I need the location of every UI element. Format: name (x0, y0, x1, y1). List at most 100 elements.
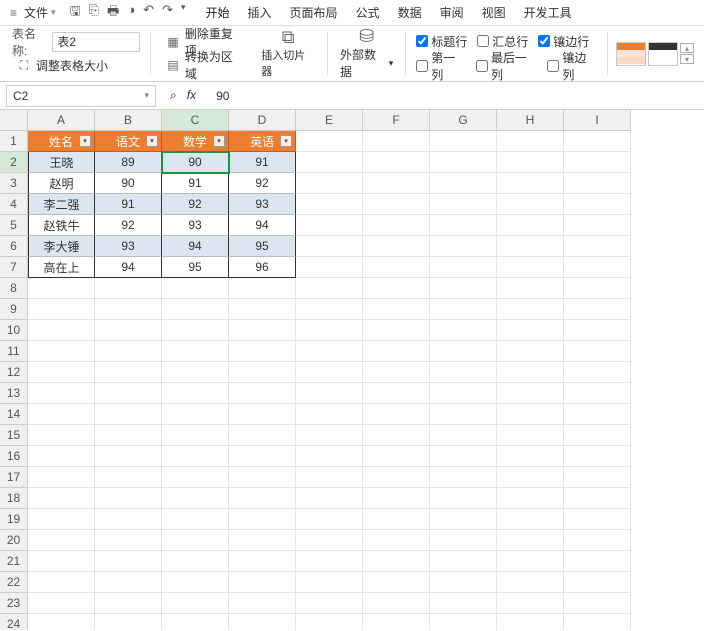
cell[interactable] (296, 215, 363, 236)
cell[interactable] (296, 152, 363, 173)
cell[interactable] (363, 299, 430, 320)
cell[interactable] (95, 404, 162, 425)
tab-2[interactable]: 页面布局 (288, 2, 340, 23)
cell[interactable]: 92 (229, 173, 296, 194)
tab-7[interactable]: 开发工具 (522, 2, 574, 23)
cell[interactable] (497, 593, 564, 614)
cell[interactable]: 91 (229, 152, 296, 173)
cell[interactable] (162, 446, 229, 467)
cell[interactable] (229, 467, 296, 488)
cell[interactable] (95, 278, 162, 299)
cell[interactable] (564, 173, 631, 194)
tab-1[interactable]: 插入 (246, 2, 274, 23)
cell[interactable] (430, 278, 497, 299)
cell[interactable] (564, 194, 631, 215)
preview-icon[interactable]: ◑ (127, 2, 135, 24)
cell[interactable] (28, 614, 95, 630)
cell[interactable] (95, 530, 162, 551)
tab-3[interactable]: 公式 (354, 2, 382, 23)
cell[interactable] (564, 614, 631, 630)
row-header[interactable]: 10 (0, 320, 28, 341)
cell[interactable] (497, 173, 564, 194)
cell[interactable] (229, 404, 296, 425)
cell[interactable] (162, 320, 229, 341)
cell[interactable] (28, 299, 95, 320)
cell[interactable] (430, 194, 497, 215)
cell[interactable] (363, 278, 430, 299)
cell[interactable] (95, 551, 162, 572)
cell[interactable] (162, 467, 229, 488)
cell[interactable]: 赵铁牛 (28, 215, 95, 236)
cell[interactable] (363, 530, 430, 551)
col-header[interactable]: I (564, 110, 631, 131)
row-header[interactable]: 15 (0, 425, 28, 446)
cell[interactable] (95, 572, 162, 593)
cell[interactable] (430, 425, 497, 446)
cell[interactable] (497, 152, 564, 173)
cell[interactable] (296, 341, 363, 362)
row-header[interactable]: 18 (0, 488, 28, 509)
fx-search-icon[interactable]: ⌕ (170, 88, 177, 103)
row-header[interactable]: 1 (0, 131, 28, 152)
cell[interactable] (497, 425, 564, 446)
row-header[interactable]: 16 (0, 446, 28, 467)
row-header[interactable]: 20 (0, 530, 28, 551)
cell[interactable]: 89 (95, 152, 162, 173)
cell[interactable] (497, 299, 564, 320)
cell[interactable] (363, 215, 430, 236)
cell[interactable] (28, 509, 95, 530)
cell[interactable] (363, 572, 430, 593)
cell[interactable] (497, 320, 564, 341)
cell[interactable] (162, 488, 229, 509)
row-header[interactable]: 14 (0, 404, 28, 425)
cell[interactable]: 王晓 (28, 152, 95, 173)
cell[interactable] (430, 173, 497, 194)
cell[interactable] (564, 467, 631, 488)
cell[interactable] (363, 593, 430, 614)
row-header[interactable]: 12 (0, 362, 28, 383)
cell[interactable] (363, 467, 430, 488)
name-box[interactable]: C2 ▾ (6, 85, 156, 107)
cell[interactable]: 92 (95, 215, 162, 236)
cell[interactable] (229, 551, 296, 572)
cell[interactable] (363, 194, 430, 215)
cell[interactable] (229, 572, 296, 593)
row-header[interactable]: 13 (0, 383, 28, 404)
cell[interactable]: 姓名▾ (28, 131, 95, 152)
cell[interactable] (564, 572, 631, 593)
cell[interactable] (564, 341, 631, 362)
cell[interactable] (28, 404, 95, 425)
cell[interactable] (430, 593, 497, 614)
cell[interactable] (28, 278, 95, 299)
cell[interactable] (497, 257, 564, 278)
cell[interactable] (564, 530, 631, 551)
cell[interactable] (296, 509, 363, 530)
first-col-check[interactable]: 第一列 (416, 49, 466, 83)
cell[interactable] (430, 383, 497, 404)
cell[interactable] (497, 530, 564, 551)
cell[interactable] (497, 131, 564, 152)
row-header[interactable]: 4 (0, 194, 28, 215)
banded-row-check[interactable]: 镶边行 (538, 33, 589, 50)
redo-icon[interactable]: ↷ (162, 2, 173, 24)
cell[interactable]: 李大锤 (28, 236, 95, 257)
cell[interactable] (229, 362, 296, 383)
cell[interactable] (28, 572, 95, 593)
tab-4[interactable]: 数据 (396, 2, 424, 23)
cell[interactable] (430, 509, 497, 530)
cell[interactable]: 95 (162, 257, 229, 278)
cell[interactable] (363, 383, 430, 404)
cell[interactable] (564, 383, 631, 404)
cell[interactable] (564, 215, 631, 236)
cell[interactable] (28, 467, 95, 488)
select-all-corner[interactable] (0, 110, 28, 131)
cell[interactable] (564, 320, 631, 341)
cell[interactable] (28, 551, 95, 572)
cell[interactable] (564, 131, 631, 152)
header-row-check[interactable]: 标题行 (416, 33, 467, 50)
row-header[interactable]: 8 (0, 278, 28, 299)
cell[interactable] (229, 530, 296, 551)
cell[interactable] (497, 467, 564, 488)
cell[interactable] (296, 362, 363, 383)
resize-table-button[interactable]: ⛶ 调整表格大小 (12, 54, 140, 76)
